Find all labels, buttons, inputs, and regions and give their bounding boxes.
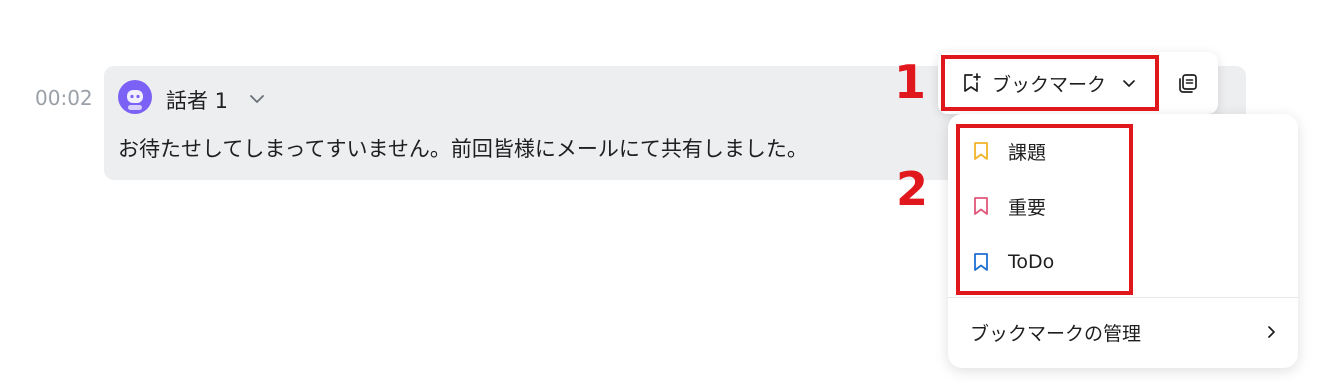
manage-bookmarks-label: ブックマークの管理: [970, 322, 1142, 345]
chevron-right-icon: [1268, 326, 1275, 338]
speaker-avatar: [118, 80, 152, 114]
annotation-step-1: 1: [894, 55, 927, 109]
speaker-name[interactable]: 話者 1: [166, 85, 228, 115]
annotation-step-2: 2: [896, 162, 929, 216]
copy-icon: [1179, 74, 1197, 93]
annotation-box-2: [956, 124, 1133, 295]
annotation-box-1: [941, 55, 1159, 111]
utterance-text[interactable]: お待たせしてしまってすいません。前回皆様にメールにて共有しました。: [118, 133, 808, 163]
chevron-down-icon[interactable]: [247, 89, 267, 109]
copy-button[interactable]: [1172, 67, 1204, 99]
timestamp[interactable]: 00:02: [35, 86, 93, 110]
transcript-view: 00:02 話者 1 お待たせしてしまってすいません。前回皆様にメールにて共有し…: [0, 0, 1318, 382]
robot-face-icon: [127, 90, 143, 110]
menu-divider: [948, 297, 1298, 298]
manage-bookmarks-item[interactable]: ブックマークの管理: [970, 317, 1280, 347]
